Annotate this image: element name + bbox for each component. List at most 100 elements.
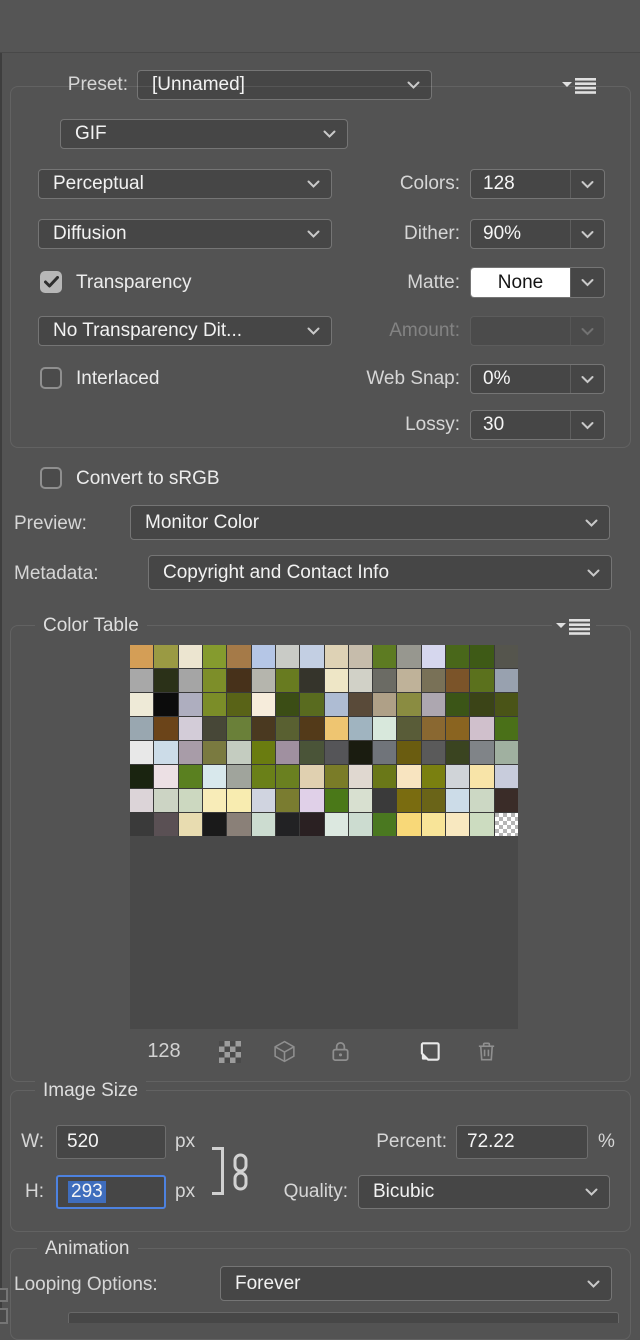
color-swatch[interactable] xyxy=(251,645,275,668)
color-swatch[interactable] xyxy=(300,693,324,716)
color-swatch[interactable] xyxy=(300,765,324,788)
color-swatch[interactable] xyxy=(275,669,300,692)
convert-srgb-checkbox[interactable] xyxy=(40,467,62,489)
color-swatch[interactable] xyxy=(421,741,446,764)
color-swatch[interactable] xyxy=(154,669,178,692)
lossy-combo[interactable]: 30 xyxy=(470,410,605,440)
chevron-down-icon[interactable] xyxy=(570,365,604,393)
color-swatch[interactable] xyxy=(300,717,324,740)
color-swatch[interactable] xyxy=(397,645,421,668)
color-swatch[interactable] xyxy=(275,765,300,788)
3d-cube-icon[interactable] xyxy=(272,1039,297,1064)
color-swatch[interactable] xyxy=(397,693,421,716)
color-swatch[interactable] xyxy=(397,669,421,692)
color-swatch[interactable] xyxy=(446,645,470,668)
color-swatch[interactable] xyxy=(202,693,227,716)
chevron-down-icon[interactable] xyxy=(570,170,604,198)
color-swatch[interactable] xyxy=(130,693,154,716)
color-swatch[interactable] xyxy=(275,741,300,764)
color-swatch[interactable] xyxy=(324,741,348,764)
color-swatch[interactable] xyxy=(324,813,348,836)
color-swatch[interactable] xyxy=(470,789,494,812)
color-swatch[interactable] xyxy=(275,693,300,716)
color-swatch[interactable] xyxy=(300,741,324,764)
color-swatch[interactable] xyxy=(130,765,154,788)
chevron-down-icon[interactable] xyxy=(570,220,604,248)
new-color-icon[interactable] xyxy=(419,1040,442,1063)
color-swatch[interactable] xyxy=(324,669,348,692)
interlaced-checkbox[interactable] xyxy=(40,367,62,389)
color-swatch[interactable] xyxy=(130,789,154,812)
color-swatch[interactable] xyxy=(470,645,494,668)
color-swatch[interactable] xyxy=(178,789,202,812)
websnap-combo[interactable]: 0% xyxy=(470,364,605,394)
link-dimensions-icon[interactable] xyxy=(228,1152,252,1192)
chevron-down-icon[interactable] xyxy=(570,411,604,439)
dither-method-select[interactable]: Diffusion xyxy=(38,219,332,249)
color-swatch[interactable] xyxy=(397,741,421,764)
delete-color-icon[interactable] xyxy=(475,1040,498,1063)
width-input[interactable]: 520 xyxy=(56,1125,166,1159)
color-swatch[interactable] xyxy=(348,717,373,740)
color-swatch[interactable] xyxy=(251,789,275,812)
color-swatch[interactable] xyxy=(324,693,348,716)
color-swatch[interactable] xyxy=(348,765,373,788)
color-swatch[interactable] xyxy=(421,645,446,668)
metadata-select[interactable]: Copyright and Contact Info xyxy=(148,555,612,590)
color-swatch[interactable] xyxy=(275,645,300,668)
color-swatch[interactable] xyxy=(470,813,494,836)
color-swatch[interactable] xyxy=(178,813,202,836)
color-swatch[interactable] xyxy=(178,693,202,716)
color-swatch[interactable] xyxy=(275,717,300,740)
color-swatch[interactable] xyxy=(421,765,446,788)
color-swatch[interactable] xyxy=(178,645,202,668)
color-swatch[interactable] xyxy=(373,813,397,836)
color-swatch[interactable] xyxy=(154,741,178,764)
color-swatch[interactable] xyxy=(202,645,227,668)
color-swatch[interactable] xyxy=(446,789,470,812)
color-swatch[interactable] xyxy=(154,693,178,716)
color-swatch[interactable] xyxy=(494,693,518,716)
preview-select[interactable]: Monitor Color xyxy=(130,505,610,540)
color-swatch[interactable] xyxy=(494,813,518,836)
color-swatch[interactable] xyxy=(275,789,300,812)
transparency-dither-select[interactable]: No Transparency Dit... xyxy=(38,316,332,346)
color-swatch[interactable] xyxy=(470,717,494,740)
color-swatch[interactable] xyxy=(470,741,494,764)
color-swatch[interactable] xyxy=(373,717,397,740)
color-swatch[interactable] xyxy=(494,717,518,740)
color-swatch[interactable] xyxy=(348,789,373,812)
color-swatch[interactable] xyxy=(373,669,397,692)
color-swatch[interactable] xyxy=(227,717,251,740)
matte-combo[interactable]: None xyxy=(470,267,605,298)
color-swatch[interactable] xyxy=(202,813,227,836)
color-swatch[interactable] xyxy=(324,717,348,740)
color-swatch[interactable] xyxy=(202,765,227,788)
quality-select[interactable]: Bicubic xyxy=(358,1175,610,1209)
color-swatch[interactable] xyxy=(227,669,251,692)
color-swatch[interactable] xyxy=(227,765,251,788)
color-swatch[interactable] xyxy=(421,693,446,716)
color-swatch[interactable] xyxy=(300,645,324,668)
color-swatch[interactable] xyxy=(421,813,446,836)
color-swatch[interactable] xyxy=(178,717,202,740)
color-swatch[interactable] xyxy=(446,669,470,692)
color-swatch[interactable] xyxy=(251,717,275,740)
color-swatch[interactable] xyxy=(227,813,251,836)
color-swatch[interactable] xyxy=(202,669,227,692)
color-swatch[interactable] xyxy=(348,693,373,716)
color-swatch[interactable] xyxy=(202,741,227,764)
color-swatch[interactable] xyxy=(227,741,251,764)
chevron-down-icon[interactable] xyxy=(570,268,604,297)
color-swatch[interactable] xyxy=(494,765,518,788)
color-table-menu-button[interactable] xyxy=(552,616,596,636)
color-swatch[interactable] xyxy=(446,765,470,788)
color-swatch[interactable] xyxy=(348,645,373,668)
color-swatch[interactable] xyxy=(227,789,251,812)
colors-combo[interactable]: 128 xyxy=(470,169,605,199)
looping-options-select[interactable]: Forever xyxy=(220,1266,612,1301)
color-swatch[interactable] xyxy=(446,741,470,764)
percent-input[interactable]: 72.22 xyxy=(456,1125,588,1159)
color-swatch[interactable] xyxy=(251,693,275,716)
color-swatch[interactable] xyxy=(348,669,373,692)
